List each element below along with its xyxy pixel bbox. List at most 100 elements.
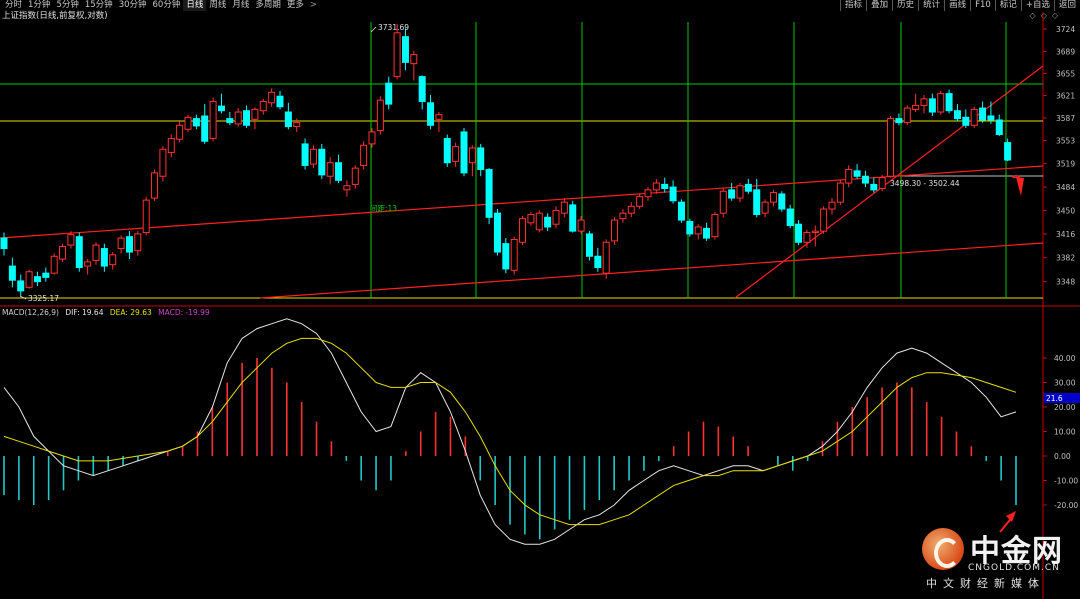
candle-body: [686, 220, 694, 235]
candle-body: [953, 110, 961, 120]
candle-body: [661, 183, 669, 189]
price-axis-label: 3450: [1056, 206, 1075, 215]
candle-body: [920, 98, 928, 106]
candle-body: [753, 189, 761, 216]
candle-body: [259, 100, 267, 112]
candle-body: [17, 280, 25, 292]
candle-body: [318, 148, 326, 176]
candle-body: [460, 131, 468, 174]
price-axis-label: 3655: [1056, 69, 1075, 78]
macd-dea: DEA: 29.63: [109, 308, 152, 317]
candle-body: [979, 107, 987, 121]
candle-body: [493, 212, 501, 253]
macd-axis-label: 10.00: [1054, 428, 1076, 437]
candle-body: [928, 98, 936, 113]
candle-body: [627, 205, 635, 214]
macd-axis-label: 30.00: [1054, 379, 1076, 388]
candle-body: [134, 233, 142, 252]
price-axis-label: 3587: [1056, 114, 1075, 123]
candle-body: [510, 238, 518, 271]
candle-body: [75, 236, 83, 269]
candle-body: [376, 99, 384, 132]
candle-body: [234, 111, 242, 125]
candle-body: [92, 244, 100, 261]
candle-body: [0, 237, 8, 250]
candle-body: [811, 230, 819, 234]
candle-body: [1004, 142, 1012, 161]
candle-body: [761, 201, 769, 214]
candle-body: [176, 124, 184, 140]
candle-body: [142, 199, 150, 234]
candle-body: [351, 167, 359, 185]
candle-body: [535, 212, 543, 231]
candle-body: [343, 185, 351, 191]
candle-body: [786, 208, 794, 227]
candle-body: [694, 226, 702, 235]
candle-body: [912, 104, 920, 110]
macd-arrow-icon: [1006, 511, 1016, 522]
logo-slogan: 中文财经新媒体: [926, 577, 1045, 590]
candle-body: [59, 245, 67, 260]
macd-axis-label: -10.00: [1054, 477, 1078, 486]
candle-body: [878, 177, 886, 189]
candle-body: [33, 276, 41, 283]
candle-body: [769, 192, 777, 203]
candle-body: [820, 208, 828, 232]
candle-body: [544, 216, 552, 228]
candle-body: [594, 255, 602, 269]
price-axis-label: 3348: [1056, 278, 1075, 287]
candle-body: [845, 168, 853, 184]
candle-body: [284, 111, 292, 128]
candle-body: [937, 93, 945, 113]
candle-body: [326, 162, 334, 177]
candle-body: [418, 76, 426, 102]
price-axis-label: 3416: [1056, 230, 1075, 239]
logo-domain: CNGOLD.COM.CN: [968, 563, 1060, 573]
candle-body: [703, 227, 711, 239]
candle-body: [335, 162, 343, 181]
candle-body: [125, 236, 133, 253]
candle-body: [226, 118, 234, 124]
price-axis-label: 3382: [1056, 254, 1075, 263]
candle-body: [201, 115, 209, 142]
price-axis-label: 3553: [1056, 137, 1075, 146]
candle-body: [569, 204, 577, 232]
candle-body: [719, 190, 727, 214]
candle-body: [443, 138, 451, 164]
macd-dif: DIF: 19.64: [65, 308, 104, 317]
candle-body: [895, 118, 903, 124]
candle-body: [8, 265, 16, 281]
interval-label: 间距:13: [370, 204, 397, 213]
logo-mark-icon: [922, 528, 964, 570]
macd-axis-label: 0.00: [1054, 452, 1071, 461]
macd-header: MACD(12,26,9) DIF: 19.64 DEA: 29.63 MACD…: [2, 308, 210, 317]
candle-body: [962, 116, 970, 126]
candle-body: [778, 193, 786, 210]
candle-body: [585, 233, 593, 257]
candle-body: [184, 116, 192, 130]
candle-body: [477, 147, 485, 170]
candle-body: [828, 201, 836, 210]
candle-body: [669, 186, 677, 202]
kline-chart[interactable]: 3724 3689 3655 3621 3587 3553 3519 3484 3450 3416…: [0, 0, 1080, 599]
candle-body: [744, 183, 752, 192]
candle-body: [652, 182, 660, 191]
high-marker: [370, 26, 377, 33]
candle-body: [84, 261, 92, 267]
candle-body: [42, 272, 50, 278]
candle-body: [276, 95, 284, 108]
candle-body: [393, 32, 401, 78]
candle-body: [159, 148, 167, 177]
candle-body: [25, 271, 33, 288]
macd-value: MACD: -19.99: [158, 308, 210, 317]
candle-body: [836, 182, 844, 203]
candle-body: [268, 91, 276, 104]
candle-body: [619, 212, 627, 220]
candle-body: [67, 234, 75, 246]
candle-body: [100, 248, 108, 267]
candle-body: [117, 237, 125, 250]
candle-body: [385, 82, 393, 105]
price-axis-label: 3484: [1056, 183, 1075, 192]
candle-body: [861, 175, 869, 184]
candle-body: [301, 143, 309, 166]
